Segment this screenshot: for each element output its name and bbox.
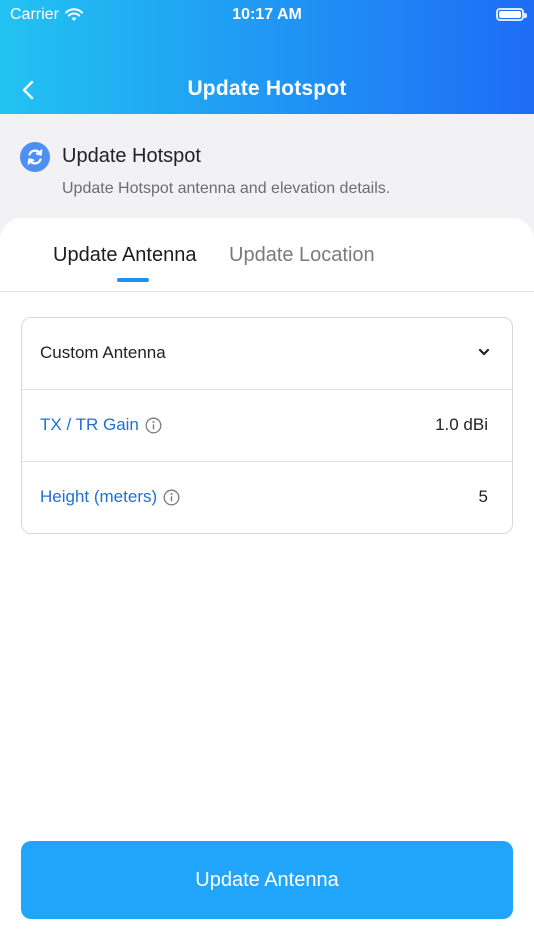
update-antenna-button[interactable]: Update Antenna	[21, 841, 513, 919]
battery-icon	[496, 8, 527, 21]
gain-row: TX / TR Gain 1.0 dBi	[22, 390, 512, 462]
chevron-down-icon	[478, 348, 490, 356]
tab-update-location[interactable]: Update Location	[229, 244, 375, 267]
antenna-form: Custom Antenna TX / TR Gain 1.0 dBi Heig…	[21, 317, 513, 534]
info-title: Update Hotspot	[62, 145, 201, 167]
tab-update-antenna[interactable]: Update Antenna	[53, 244, 196, 267]
antenna-select[interactable]: Custom Antenna	[22, 318, 512, 390]
header: Carrier 10:17 AM Update Hotspot	[0, 0, 534, 114]
refresh-icon	[20, 142, 50, 172]
content-card: Update Antenna Update Location Custom An…	[0, 218, 534, 950]
info-icon[interactable]	[163, 489, 180, 506]
height-row: Height (meters) 5	[22, 462, 512, 533]
info-section: Update Hotspot Update Hotspot antenna an…	[0, 114, 534, 224]
gain-label-group: TX / TR Gain	[40, 415, 162, 435]
gain-label: TX / TR Gain	[40, 415, 139, 434]
height-label-group: Height (meters)	[40, 487, 180, 507]
status-bar: Carrier 10:17 AM	[0, 0, 534, 30]
height-label: Height (meters)	[40, 487, 158, 506]
height-input[interactable]: 5	[479, 487, 488, 507]
active-tab-indicator	[117, 278, 149, 282]
screen: Carrier 10:17 AM Update Hotspot Update H…	[0, 0, 534, 950]
status-time: 10:17 AM	[232, 6, 302, 23]
antenna-select-value: Custom Antenna	[40, 343, 166, 362]
tab-bar: Update Antenna Update Location	[0, 218, 534, 292]
info-icon[interactable]	[145, 417, 162, 434]
nav-title: Update Hotspot	[187, 77, 347, 100]
gain-input[interactable]: 1.0 dBi	[435, 415, 488, 435]
info-subtitle: Update Hotspot antenna and elevation det…	[62, 180, 391, 197]
